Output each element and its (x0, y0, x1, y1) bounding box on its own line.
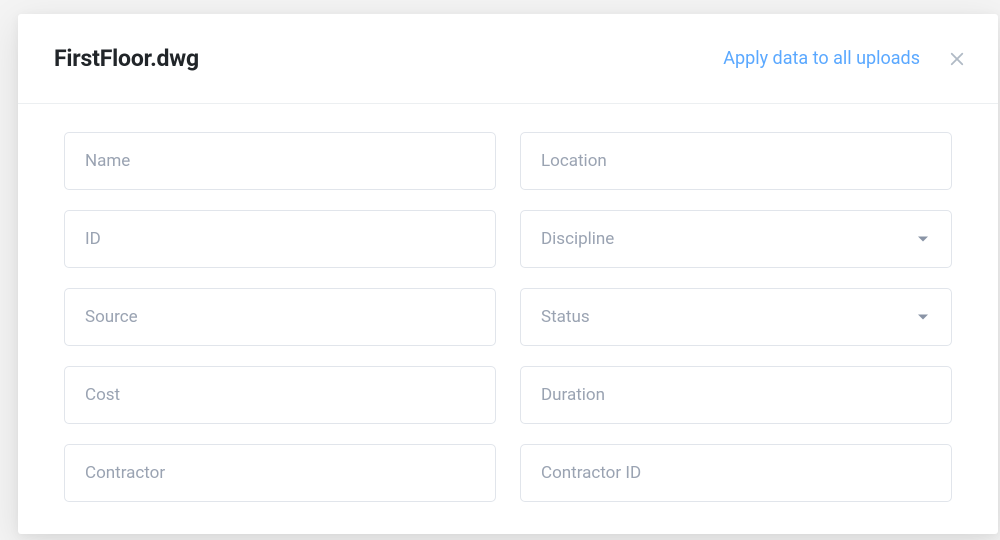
modal-title: FirstFloor.dwg (54, 45, 199, 72)
modal-header: FirstFloor.dwg Apply data to all uploads (18, 14, 998, 104)
field-placeholder: Contractor (85, 463, 165, 483)
contractor-field[interactable]: Contractor (64, 444, 496, 502)
id-field[interactable]: ID (64, 210, 496, 268)
field-placeholder: ID (85, 229, 101, 249)
status-select[interactable]: Status (520, 288, 952, 346)
apply-all-link[interactable]: Apply data to all uploads (723, 48, 920, 69)
field-placeholder: Name (85, 151, 130, 171)
location-field[interactable]: Location (520, 132, 952, 190)
modal-body: Name Location ID Discipline Source Statu… (18, 104, 998, 534)
upload-metadata-modal: FirstFloor.dwg Apply data to all uploads… (18, 14, 998, 534)
field-placeholder: Discipline (541, 229, 614, 249)
duration-field[interactable]: Duration (520, 366, 952, 424)
field-placeholder: Source (85, 307, 138, 327)
form-grid: Name Location ID Discipline Source Statu… (64, 132, 952, 502)
source-field[interactable]: Source (64, 288, 496, 346)
header-actions: Apply data to all uploads (723, 48, 966, 69)
close-icon[interactable] (948, 50, 966, 68)
field-placeholder: Status (541, 307, 590, 327)
chevron-down-icon (917, 235, 929, 243)
field-placeholder: Location (541, 151, 607, 171)
contractor-id-field[interactable]: Contractor ID (520, 444, 952, 502)
field-placeholder: Contractor ID (541, 463, 641, 483)
name-field[interactable]: Name (64, 132, 496, 190)
chevron-down-icon (917, 313, 929, 321)
field-placeholder: Duration (541, 385, 605, 405)
cost-field[interactable]: Cost (64, 366, 496, 424)
discipline-select[interactable]: Discipline (520, 210, 952, 268)
field-placeholder: Cost (85, 385, 120, 405)
